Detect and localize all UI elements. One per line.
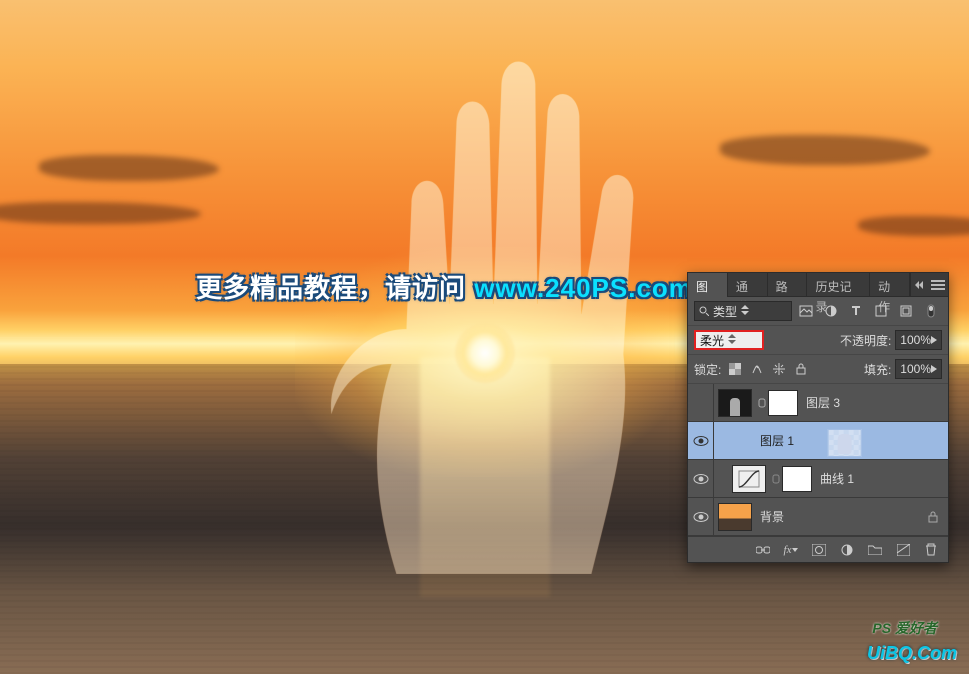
layer-thumbnail[interactable] <box>828 429 862 457</box>
visibility-toggle[interactable] <box>688 498 714 536</box>
tab-paths[interactable]: 路径 <box>768 273 808 297</box>
fill-input[interactable]: 100% <box>895 359 942 379</box>
layer-name[interactable]: 曲线 1 <box>816 470 942 487</box>
layer-row[interactable]: 曲线 1 <box>688 460 948 498</box>
link-layers-button[interactable] <box>752 539 774 561</box>
hand-overlay <box>301 54 661 574</box>
cloud <box>0 202 201 224</box>
add-mask-button[interactable] <box>808 539 830 561</box>
filter-pixel-icon[interactable] <box>795 301 817 321</box>
opacity-value: 100% <box>900 333 931 347</box>
filter-type-icon[interactable] <box>845 301 867 321</box>
layer-thumbnail[interactable] <box>732 465 766 493</box>
fill-label: 填充: <box>864 361 891 378</box>
new-layer-button[interactable] <box>892 539 914 561</box>
layer-thumbnail[interactable] <box>718 389 752 417</box>
opacity-label: 不透明度: <box>840 332 891 349</box>
tab-history[interactable]: 历史记录 <box>807 273 870 297</box>
cloud <box>39 155 219 181</box>
eye-icon <box>693 511 709 523</box>
panel-menu-button[interactable] <box>927 273 948 296</box>
lock-row: 锁定: 填充: 100% <box>688 355 948 384</box>
lock-pixels-icon[interactable] <box>747 359 767 379</box>
link-mask-icon[interactable] <box>770 474 782 484</box>
eye-icon <box>693 473 709 485</box>
filter-smart-icon[interactable] <box>895 301 917 321</box>
lock-label: 锁定: <box>694 361 721 378</box>
layer-row[interactable]: 图层 1 <box>688 422 948 460</box>
delete-layer-button[interactable] <box>920 539 942 561</box>
chevron-right-icon <box>931 333 937 347</box>
lock-position-icon[interactable] <box>769 359 789 379</box>
tab-layers[interactable]: 图层 <box>688 273 728 297</box>
visibility-toggle[interactable] <box>688 422 714 460</box>
lock-transparency-icon[interactable] <box>725 359 745 379</box>
filter-shape-icon[interactable] <box>870 301 892 321</box>
tab-actions[interactable]: 动作 <box>870 273 910 297</box>
layer-row[interactable]: 图层 3 <box>688 384 948 422</box>
new-group-button[interactable] <box>864 539 886 561</box>
layer-mask-thumbnail[interactable] <box>782 466 812 492</box>
new-adjustment-button[interactable] <box>836 539 858 561</box>
corner-watermark: UiBQ.Com <box>867 643 957 664</box>
layer-thumbnail[interactable] <box>718 503 752 531</box>
blend-mode-select[interactable]: 柔光 <box>694 330 764 350</box>
layers-bottom-bar: fx <box>688 536 948 562</box>
layers-list[interactable]: 图层 3 图层 1 曲线 1 <box>688 384 948 536</box>
layers-panel: 图层 通道 路径 历史记录 动作 类型 <box>687 272 949 563</box>
lock-all-icon[interactable] <box>791 359 811 379</box>
filter-adjustment-icon[interactable] <box>820 301 842 321</box>
curves-icon <box>733 466 765 492</box>
document-canvas[interactable]: 更多精品教程，请访问 www.240PS.com PS 爱好者 UiBQ.Com… <box>0 0 969 674</box>
eye-icon <box>693 435 709 447</box>
filter-toggle-switch[interactable] <box>920 301 942 321</box>
cloud <box>858 216 969 236</box>
watermark-text-a: 更多精品教程，请访问 <box>196 273 474 303</box>
layer-fx-button[interactable]: fx <box>780 539 802 561</box>
search-icon <box>699 306 709 316</box>
tab-channels[interactable]: 通道 <box>728 273 768 297</box>
chevron-updown-icon <box>741 304 749 318</box>
corner-watermark-script: PS 爱好者 <box>872 618 937 638</box>
layer-mask-thumbnail[interactable] <box>768 390 798 416</box>
blend-mode-row: 柔光 不透明度: 100% <box>688 326 948 355</box>
chevron-updown-icon <box>728 333 736 347</box>
link-mask-icon[interactable] <box>756 398 768 408</box>
panel-tabbar: 图层 通道 路径 历史记录 动作 <box>688 273 948 297</box>
chevron-right-icon <box>931 362 937 376</box>
fill-value: 100% <box>900 362 931 376</box>
layer-row[interactable]: 背景 <box>688 498 948 536</box>
visibility-toggle[interactable] <box>688 460 714 498</box>
blend-mode-value: 柔光 <box>700 332 724 349</box>
opacity-input[interactable]: 100% <box>895 330 942 350</box>
visibility-toggle[interactable] <box>688 384 714 422</box>
filter-kind-label: 类型 <box>713 303 737 320</box>
watermark-link: www.240PS.com <box>474 273 693 303</box>
cloud <box>720 135 930 165</box>
panel-collapse-button[interactable] <box>910 273 927 296</box>
watermark-text: 更多精品教程，请访问 www.240PS.com <box>196 268 693 305</box>
lock-icon <box>924 511 942 523</box>
layer-name[interactable]: 背景 <box>756 508 924 525</box>
layer-name[interactable]: 图层 3 <box>802 394 942 411</box>
filter-kind-select[interactable]: 类型 <box>694 301 792 321</box>
